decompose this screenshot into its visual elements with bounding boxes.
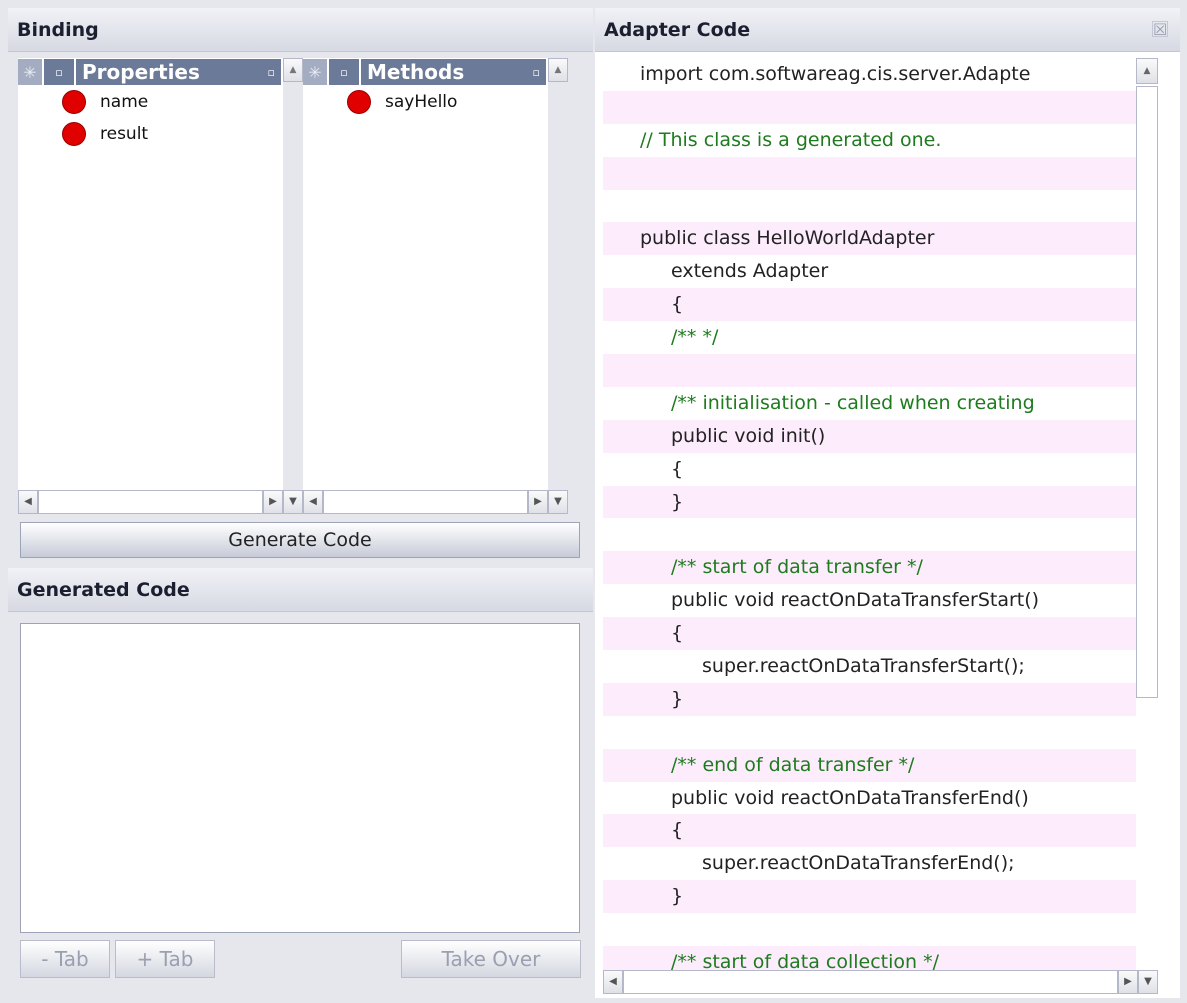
methods-hscroll[interactable]: ◀ ▶ ▼ xyxy=(303,490,568,514)
code-line: // This class is a generated one. xyxy=(640,128,942,151)
methods-grid: ✳ ▫ Methods ▫ sayHello xyxy=(303,58,548,490)
plus-tab-button[interactable]: + Tab xyxy=(115,940,215,978)
code-line: { xyxy=(603,288,1136,322)
code-line: extends Adapter xyxy=(671,260,829,283)
methods-vscroll[interactable]: ▲ xyxy=(548,58,568,490)
properties-header-label: Properties xyxy=(82,60,200,84)
generate-code-button[interactable]: Generate Code xyxy=(20,522,580,558)
code-line: } xyxy=(603,880,1136,914)
code-line: { xyxy=(603,814,1136,848)
code-vscroll[interactable]: ▲ xyxy=(1136,58,1158,970)
code-line: public class HelloWorldAdapter xyxy=(603,222,1136,256)
code-line: } xyxy=(603,485,1136,519)
binding-title: Binding xyxy=(8,8,593,52)
minus-tab-button[interactable]: - Tab xyxy=(20,940,110,978)
code-line: /** start of data collection */ xyxy=(603,946,1136,970)
properties-grid: ✳ ▫ Properties ▫ name result xyxy=(18,58,283,490)
code-line xyxy=(603,354,1136,387)
method-label: sayHello xyxy=(385,92,458,112)
properties-vscroll[interactable]: ▲ xyxy=(283,58,303,490)
property-label: name xyxy=(100,92,149,112)
code-line: { xyxy=(603,617,1136,651)
sort-icon[interactable]: ▫ xyxy=(268,66,275,79)
list-item[interactable]: sayHello xyxy=(303,86,548,118)
close-icon[interactable]: ☒ xyxy=(1152,21,1168,38)
code-line: public void init() xyxy=(603,419,1136,453)
scroll-left-icon[interactable]: ◀ xyxy=(303,490,323,514)
property-label: result xyxy=(100,124,149,144)
code-line: } xyxy=(603,682,1136,716)
generated-code-area[interactable] xyxy=(20,623,580,933)
adapter-code-title: Adapter Code xyxy=(604,19,751,41)
generated-code-section: Generated Code - Tab + Tab Take Over xyxy=(8,568,593,978)
scroll-down-icon[interactable]: ▼ xyxy=(548,490,568,514)
select-all-icon[interactable]: ✳ xyxy=(18,59,42,85)
sort-icon[interactable]: ▫ xyxy=(533,66,540,79)
scroll-up-icon[interactable]: ▲ xyxy=(283,58,303,82)
code-line: super.reactOnDataTransferStart(); xyxy=(702,655,1025,678)
toggle-column-icon[interactable]: ▫ xyxy=(329,59,359,85)
select-all-icon[interactable]: ✳ xyxy=(303,59,327,85)
code-line: public void reactOnDataTransferEnd() xyxy=(671,786,1029,809)
code-line: super.reactOnDataTransferEnd(); xyxy=(702,852,1015,875)
scroll-right-icon[interactable]: ▶ xyxy=(528,490,548,514)
toggle-column-icon[interactable]: ▫ xyxy=(44,59,74,85)
status-dot-icon xyxy=(62,90,86,114)
adapter-code-view[interactable]: import com.softwareag.cis.server.Adapte /… xyxy=(603,58,1136,970)
hscroll-track[interactable] xyxy=(623,970,1118,994)
list-item[interactable]: result xyxy=(18,118,283,150)
code-line: /** */ xyxy=(671,326,719,349)
methods-column-header[interactable]: Methods ▫ xyxy=(361,59,546,85)
code-hscroll[interactable]: ◀ ▶ ▼ xyxy=(603,970,1158,994)
code-line: import com.softwareag.cis.server.Adapte xyxy=(640,63,1031,85)
take-over-button[interactable]: Take Over xyxy=(401,940,581,978)
status-dot-icon xyxy=(347,90,371,114)
code-line: /** start of data transfer */ xyxy=(603,551,1136,585)
scroll-thumb[interactable] xyxy=(1136,86,1158,698)
scroll-up-icon[interactable]: ▲ xyxy=(548,58,568,82)
left-panel: Binding ✳ ▫ Properties ▫ name result ▲ ✳… xyxy=(8,8,593,998)
scroll-up-icon[interactable]: ▲ xyxy=(1136,58,1158,84)
scroll-down-icon[interactable]: ▼ xyxy=(283,490,303,514)
code-line xyxy=(603,90,1136,124)
scroll-left-icon[interactable]: ◀ xyxy=(18,490,38,514)
adapter-code-panel: Adapter Code ☒ import com.softwareag.cis… xyxy=(595,8,1180,998)
hscroll-track[interactable] xyxy=(38,490,263,514)
scroll-down-icon[interactable]: ▼ xyxy=(1138,970,1158,994)
code-line: /** initialisation - called when creatin… xyxy=(671,391,1035,414)
generated-code-title: Generated Code xyxy=(8,568,593,612)
scroll-left-icon[interactable]: ◀ xyxy=(603,970,623,994)
code-line: public void reactOnDataTransferStart() xyxy=(671,589,1040,612)
methods-header-label: Methods xyxy=(367,60,465,84)
properties-column-header[interactable]: Properties ▫ xyxy=(76,59,281,85)
scroll-right-icon[interactable]: ▶ xyxy=(263,490,283,514)
list-item[interactable]: name xyxy=(18,86,283,118)
code-line xyxy=(603,156,1136,190)
code-line: { xyxy=(671,457,684,480)
scroll-right-icon[interactable]: ▶ xyxy=(1118,970,1138,994)
properties-hscroll[interactable]: ◀ ▶ ▼ xyxy=(18,490,303,514)
adapter-code-header: Adapter Code ☒ xyxy=(595,8,1180,52)
methods-header: ✳ ▫ Methods ▫ xyxy=(303,58,548,86)
hscroll-track[interactable] xyxy=(323,490,528,514)
properties-header: ✳ ▫ Properties ▫ xyxy=(18,58,283,86)
binding-area: ✳ ▫ Properties ▫ name result ▲ ✳ ▫ Metho… xyxy=(18,58,593,523)
code-line: /** end of data transfer */ xyxy=(603,748,1136,782)
status-dot-icon xyxy=(62,122,86,146)
